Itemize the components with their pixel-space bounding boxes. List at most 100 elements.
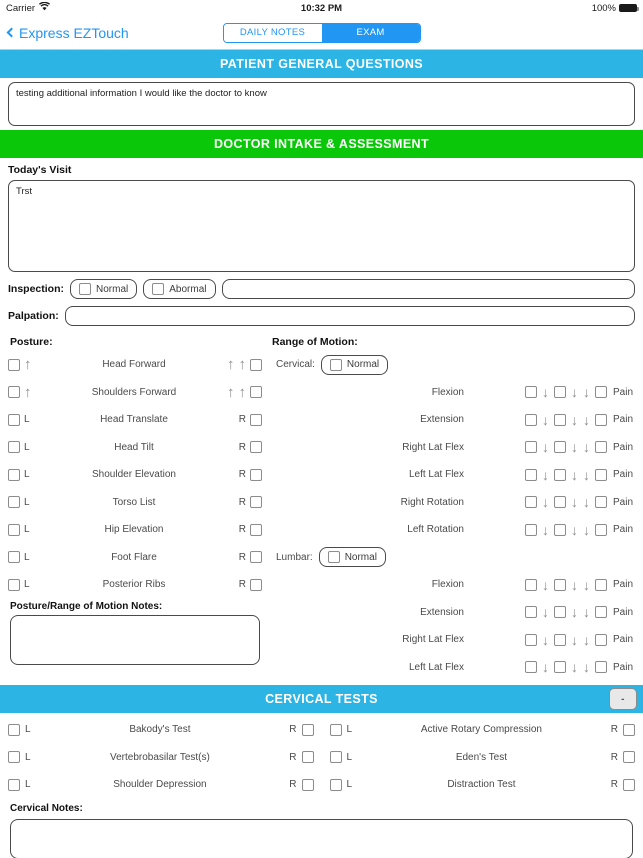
posture-right-checkbox[interactable] — [250, 441, 262, 454]
rom-moderate-checkbox[interactable] — [553, 661, 566, 674]
rom-pain-label: Pain — [612, 524, 633, 536]
test-right-checkbox[interactable] — [301, 751, 314, 764]
posture-right-checkbox[interactable] — [250, 578, 262, 591]
inspection-normal-checkbox[interactable] — [79, 283, 92, 295]
rom-pain-checkbox[interactable] — [594, 633, 607, 646]
tab-exam[interactable]: EXAM — [321, 23, 420, 42]
palpation-input[interactable] — [64, 306, 635, 326]
posture-right-side-label: R — [238, 579, 246, 591]
posture-left-checkbox[interactable] — [8, 551, 20, 564]
rom-row-label: Right Lat Flex — [402, 441, 464, 453]
arrow-up-icon: ↑ — [24, 383, 32, 401]
posture-left-side-label: L — [24, 469, 30, 481]
posture-right-checkbox[interactable] — [250, 386, 262, 399]
cervical-normal-option[interactable]: Normal — [320, 354, 389, 375]
rom-pain-checkbox[interactable] — [594, 413, 607, 426]
rom-row: Right Lat Flex ↓ ↓ ↓ Pain — [270, 434, 643, 462]
rom-pain-checkbox[interactable] — [594, 606, 607, 619]
test-name-label: Bakody's Test — [129, 724, 191, 736]
posture-right-checkbox[interactable] — [250, 413, 262, 426]
rom-pain-checkbox[interactable] — [594, 661, 607, 674]
arrow-down-icon: ↓ — [541, 439, 549, 456]
test-left-checkbox[interactable] — [8, 778, 20, 791]
test-left-checkbox[interactable] — [329, 723, 342, 736]
posture-right-checkbox[interactable] — [250, 358, 262, 371]
test-right-checkbox[interactable] — [623, 723, 635, 736]
test-right-checkbox[interactable] — [301, 778, 314, 791]
test-right-checkbox[interactable] — [623, 778, 635, 791]
rom-mild-checkbox[interactable] — [524, 468, 537, 481]
rom-mild-checkbox[interactable] — [524, 441, 537, 454]
inspection-abnormal-option[interactable]: Abormal — [143, 279, 216, 299]
inspection-abnormal-checkbox[interactable] — [152, 283, 165, 295]
rom-mild-checkbox[interactable] — [524, 386, 537, 399]
posture-right-checkbox[interactable] — [250, 468, 262, 481]
rom-moderate-checkbox[interactable] — [553, 441, 566, 454]
rom-pain-checkbox[interactable] — [594, 386, 607, 399]
collapse-section-button[interactable]: - — [609, 688, 637, 710]
inspection-normal-label: Normal — [96, 283, 129, 295]
posture-left-checkbox[interactable] — [8, 523, 20, 536]
test-right-checkbox[interactable] — [301, 723, 314, 736]
posture-left-checkbox[interactable] — [8, 413, 20, 426]
rom-moderate-checkbox[interactable] — [553, 578, 566, 591]
rom-pain-checkbox[interactable] — [594, 468, 607, 481]
rom-moderate-checkbox[interactable] — [553, 413, 566, 426]
posture-row: L Head Tilt R — [0, 434, 270, 462]
rom-mild-checkbox[interactable] — [524, 606, 537, 619]
rom-moderate-checkbox[interactable] — [553, 386, 566, 399]
cervical-test-row: L Vertebrobasilar Test(s) R L Eden's Tes… — [0, 744, 643, 772]
posture-row: L Shoulder Elevation R — [0, 461, 270, 489]
rom-moderate-checkbox[interactable] — [553, 523, 566, 536]
test-left-checkbox[interactable] — [329, 778, 342, 791]
rom-pain-checkbox[interactable] — [594, 496, 607, 509]
posture-left-checkbox[interactable] — [8, 468, 20, 481]
rom-pain-checkbox[interactable] — [594, 578, 607, 591]
rom-row-label: Extension — [420, 606, 464, 618]
patient-general-notes-textarea[interactable]: testing additional information I would l… — [8, 82, 635, 126]
rom-row-label: Left Lat Flex — [408, 469, 464, 481]
lumbar-normal-checkbox[interactable] — [327, 551, 340, 564]
rom-moderate-checkbox[interactable] — [553, 606, 566, 619]
tab-daily-notes[interactable]: DAILY NOTES — [223, 23, 322, 42]
todays-visit-label: Today's Visit — [8, 164, 72, 176]
cervical-normal-checkbox[interactable] — [329, 358, 342, 371]
arrow-down-icon: ↓ — [570, 521, 578, 538]
rom-mild-checkbox[interactable] — [524, 523, 537, 536]
posture-left-checkbox[interactable] — [8, 441, 20, 454]
rom-pain-checkbox[interactable] — [594, 523, 607, 536]
posture-left-checkbox[interactable] — [8, 496, 20, 509]
arrow-down-icon: ↓ — [570, 659, 578, 676]
rom-mild-checkbox[interactable] — [524, 661, 537, 674]
test-left-checkbox[interactable] — [8, 751, 20, 764]
posture-left-checkbox[interactable] — [8, 358, 20, 371]
posture-row-label: Shoulder Elevation — [92, 469, 176, 481]
posture-notes-textarea[interactable] — [10, 614, 260, 665]
posture-left-side-label: L — [24, 551, 30, 563]
inspection-input[interactable] — [221, 279, 635, 299]
posture-left-checkbox[interactable] — [8, 578, 20, 591]
back-button[interactable]: Express EZTouch — [6, 25, 129, 41]
lumbar-normal-option[interactable]: Normal — [318, 547, 386, 568]
posture-right-checkbox[interactable] — [250, 551, 262, 564]
rom-moderate-checkbox[interactable] — [553, 496, 566, 509]
rom-mild-checkbox[interactable] — [524, 496, 537, 509]
rom-mild-checkbox[interactable] — [524, 578, 537, 591]
posture-right-checkbox[interactable] — [250, 523, 262, 536]
rom-mild-checkbox[interactable] — [524, 413, 537, 426]
cervical-notes-textarea[interactable] — [10, 818, 633, 858]
inspection-normal-option[interactable]: Normal — [70, 279, 138, 299]
rom-pain-label: Pain — [612, 579, 633, 591]
posture-right-checkbox[interactable] — [250, 496, 262, 509]
rom-moderate-checkbox[interactable] — [553, 468, 566, 481]
test-right-checkbox[interactable] — [623, 751, 635, 764]
segmented-control[interactable]: DAILY NOTES EXAM — [222, 22, 421, 43]
rom-moderate-checkbox[interactable] — [553, 633, 566, 646]
test-left-checkbox[interactable] — [8, 723, 20, 736]
rom-pain-checkbox[interactable] — [594, 441, 607, 454]
arrow-down-icon: ↓ — [541, 659, 549, 676]
rom-mild-checkbox[interactable] — [524, 633, 537, 646]
todays-visit-textarea[interactable]: Trst — [8, 180, 635, 272]
test-left-checkbox[interactable] — [329, 751, 342, 764]
posture-left-checkbox[interactable] — [8, 386, 20, 399]
